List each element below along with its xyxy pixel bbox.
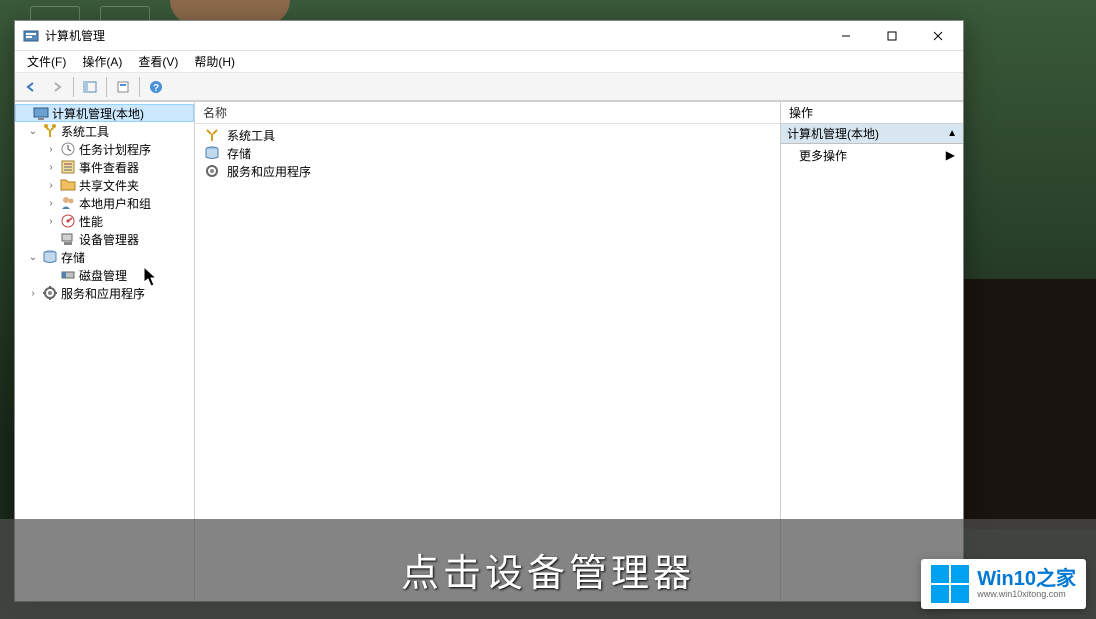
tools-icon xyxy=(204,127,220,143)
action-section-label: 计算机管理(本地) xyxy=(787,125,879,142)
menu-help[interactable]: 帮助(H) xyxy=(186,51,243,72)
disk-icon xyxy=(60,267,76,283)
services-icon xyxy=(42,285,58,301)
nav-forward-button[interactable] xyxy=(45,76,69,98)
tree-label: 计算机管理(本地) xyxy=(52,105,144,122)
tree-label: 系统工具 xyxy=(61,123,109,140)
list-item[interactable]: 系统工具 xyxy=(195,126,780,144)
toolbar: ? xyxy=(15,73,963,101)
expand-icon[interactable]: › xyxy=(45,144,57,155)
svg-text:?: ? xyxy=(153,83,159,94)
watermark-title: Win10之家 xyxy=(977,568,1076,590)
watermark: Win10之家 www.win10xitong.com xyxy=(921,559,1086,609)
shared-folder-icon xyxy=(60,177,76,193)
menubar: 文件(F) 操作(A) 查看(V) 帮助(H) xyxy=(15,51,963,73)
windows-logo-icon xyxy=(931,565,969,603)
event-icon xyxy=(60,159,76,175)
tree-label: 共享文件夹 xyxy=(79,177,139,194)
tree-label: 存储 xyxy=(61,249,85,266)
tree-services-apps[interactable]: › 服务和应用程序 xyxy=(15,284,194,302)
services-icon xyxy=(204,163,220,179)
list-item-label: 系统工具 xyxy=(227,127,275,144)
tree-system-tools[interactable]: ⌄ 系统工具 xyxy=(15,122,194,140)
tree-device-manager[interactable]: 设备管理器 xyxy=(15,230,194,248)
computer-icon xyxy=(33,105,49,121)
maximize-button[interactable] xyxy=(869,21,915,50)
menu-view[interactable]: 查看(V) xyxy=(130,51,186,72)
toolbar-separator xyxy=(73,77,74,97)
expand-icon[interactable]: › xyxy=(27,288,39,299)
tree-disk-management[interactable]: 磁盘管理 xyxy=(15,266,194,284)
watermark-url: www.win10xitong.com xyxy=(977,590,1076,600)
menu-file[interactable]: 文件(F) xyxy=(19,51,74,72)
clock-icon xyxy=(60,141,76,157)
properties-button[interactable] xyxy=(111,76,135,98)
tree-local-users[interactable]: › 本地用户和组 xyxy=(15,194,194,212)
tools-icon xyxy=(42,123,58,139)
minimize-button[interactable] xyxy=(823,21,869,50)
close-button[interactable] xyxy=(915,21,961,50)
tree-task-scheduler[interactable]: › 任务计划程序 xyxy=(15,140,194,158)
expand-icon[interactable]: › xyxy=(45,198,57,209)
chevron-right-icon: ▶ xyxy=(946,148,955,162)
collapse-icon[interactable]: ⌄ xyxy=(27,126,39,137)
performance-icon xyxy=(60,213,76,229)
tree-label: 本地用户和组 xyxy=(79,195,151,212)
list-item-label: 存储 xyxy=(227,145,251,162)
tree-root[interactable]: 计算机管理(本地) xyxy=(15,104,194,122)
nav-back-button[interactable] xyxy=(19,76,43,98)
storage-icon xyxy=(204,145,220,161)
computer-management-window: 计算机管理 文件(F) 操作(A) 查看(V) 帮助(H) ? xyxy=(14,20,964,602)
list-item[interactable]: 服务和应用程序 xyxy=(195,162,780,180)
tree-performance[interactable]: › 性能 xyxy=(15,212,194,230)
tree-storage[interactable]: ⌄ 存储 xyxy=(15,248,194,266)
toolbar-separator xyxy=(106,77,107,97)
device-icon xyxy=(60,231,76,247)
storage-icon xyxy=(42,249,58,265)
tree-label: 性能 xyxy=(79,213,103,230)
app-icon xyxy=(23,28,39,44)
users-icon xyxy=(60,195,76,211)
list-item-label: 服务和应用程序 xyxy=(227,163,311,180)
caption-text: 点击设备管理器 xyxy=(401,542,695,597)
expand-icon[interactable]: › xyxy=(45,216,57,227)
titlebar[interactable]: 计算机管理 xyxy=(15,21,963,51)
list-item[interactable]: 存储 xyxy=(195,144,780,162)
tree-label: 设备管理器 xyxy=(79,231,139,248)
expand-icon[interactable]: › xyxy=(45,180,57,191)
tree-label: 任务计划程序 xyxy=(79,141,151,158)
action-item-label: 更多操作 xyxy=(799,147,847,164)
expand-icon[interactable]: › xyxy=(45,162,57,173)
action-section[interactable]: 计算机管理(本地) ▲ xyxy=(781,124,963,144)
show-hide-tree-button[interactable] xyxy=(78,76,102,98)
window-title: 计算机管理 xyxy=(45,27,823,44)
tree-shared-folders[interactable]: › 共享文件夹 xyxy=(15,176,194,194)
action-pane-header: 操作 xyxy=(781,102,963,124)
tree-label: 服务和应用程序 xyxy=(61,285,145,302)
help-button[interactable]: ? xyxy=(144,76,168,98)
collapse-icon[interactable]: ⌄ xyxy=(27,252,39,263)
menu-action[interactable]: 操作(A) xyxy=(74,51,130,72)
collapse-icon: ▲ xyxy=(947,128,957,139)
tree-label: 事件查看器 xyxy=(79,159,139,176)
toolbar-separator xyxy=(139,77,140,97)
tree-label: 磁盘管理 xyxy=(79,267,127,284)
list-header-name[interactable]: 名称 xyxy=(195,102,780,124)
action-more[interactable]: 更多操作 ▶ xyxy=(781,144,963,166)
tree-event-viewer[interactable]: › 事件查看器 xyxy=(15,158,194,176)
